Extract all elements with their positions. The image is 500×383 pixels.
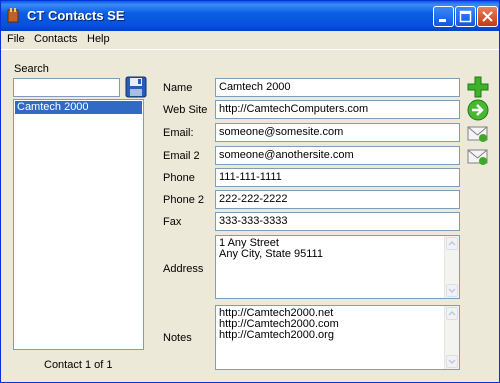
minimize-icon — [439, 19, 446, 22]
email2-label: Email 2 — [163, 150, 200, 162]
search-label: Search — [14, 63, 49, 75]
website-label: Web Site — [163, 104, 208, 116]
notes-line: http://Camtech2000.org — [219, 329, 334, 341]
menu-file[interactable]: File — [7, 33, 25, 45]
address-label: Address — [163, 263, 204, 275]
phone2-label: Phone 2 — [163, 194, 204, 206]
contact-count-status: Contact 1 of 1 — [44, 359, 113, 371]
close-button[interactable] — [477, 6, 498, 27]
window-title: CT Contacts SE — [27, 8, 125, 23]
close-icon — [482, 11, 493, 22]
phone2-field[interactable]: 222-222-2222 — [215, 190, 460, 209]
app-window: CT Contacts SE File Contacts Help Search… — [0, 0, 500, 383]
chevron-down-icon — [448, 359, 456, 365]
minimize-button[interactable] — [433, 6, 454, 27]
maximize-icon — [459, 10, 472, 23]
arrow-right-icon[interactable] — [467, 99, 489, 121]
fax-field[interactable]: 333-333-3333 — [215, 212, 460, 231]
contacts-list[interactable]: Camtech 2000 — [13, 99, 144, 350]
name-label: Name — [163, 82, 193, 94]
title-bar[interactable]: CT Contacts SE — [1, 1, 499, 31]
fax-label: Fax — [163, 216, 182, 228]
email-field[interactable]: someone@somesite.com — [215, 123, 460, 142]
email-label: Email: — [163, 127, 194, 139]
address-field[interactable]: 1 Any Street Any City, State 95111 — [215, 235, 460, 299]
maximize-button[interactable] — [455, 6, 476, 27]
phone-label: Phone — [163, 172, 195, 184]
address-line: Any City, State 95111 — [219, 248, 323, 260]
notes-field[interactable]: http://Camtech2000.net http://Camtech200… — [215, 305, 460, 370]
envelope-icon[interactable] — [467, 122, 489, 144]
address-scrollbar[interactable] — [444, 236, 459, 298]
name-field[interactable]: Camtech 2000 — [215, 78, 460, 97]
scroll-down-button[interactable] — [446, 355, 458, 368]
email2-field[interactable]: someone@anothersite.com — [215, 146, 460, 165]
scroll-up-button[interactable] — [446, 237, 458, 250]
notes-label: Notes — [163, 332, 192, 344]
search-input[interactable] — [13, 78, 120, 97]
scroll-up-button[interactable] — [446, 307, 458, 320]
notes-scrollbar[interactable] — [444, 306, 459, 369]
chevron-down-icon — [448, 288, 456, 294]
website-field[interactable]: http://CamtechComputers.com — [215, 100, 460, 119]
envelope-icon[interactable] — [467, 145, 489, 167]
menu-help[interactable]: Help — [87, 33, 110, 45]
chevron-up-icon — [448, 310, 456, 316]
app-icon — [7, 8, 19, 23]
phone-field[interactable]: 111-111-1111 — [215, 168, 460, 187]
chevron-up-icon — [448, 240, 456, 246]
floppy-disk-icon[interactable] — [125, 76, 147, 98]
menu-contacts[interactable]: Contacts — [34, 33, 77, 45]
menu-bar: File Contacts Help — [1, 31, 499, 50]
plus-icon[interactable] — [467, 76, 489, 98]
list-item[interactable]: Camtech 2000 — [15, 101, 142, 114]
scroll-down-button[interactable] — [446, 284, 458, 297]
